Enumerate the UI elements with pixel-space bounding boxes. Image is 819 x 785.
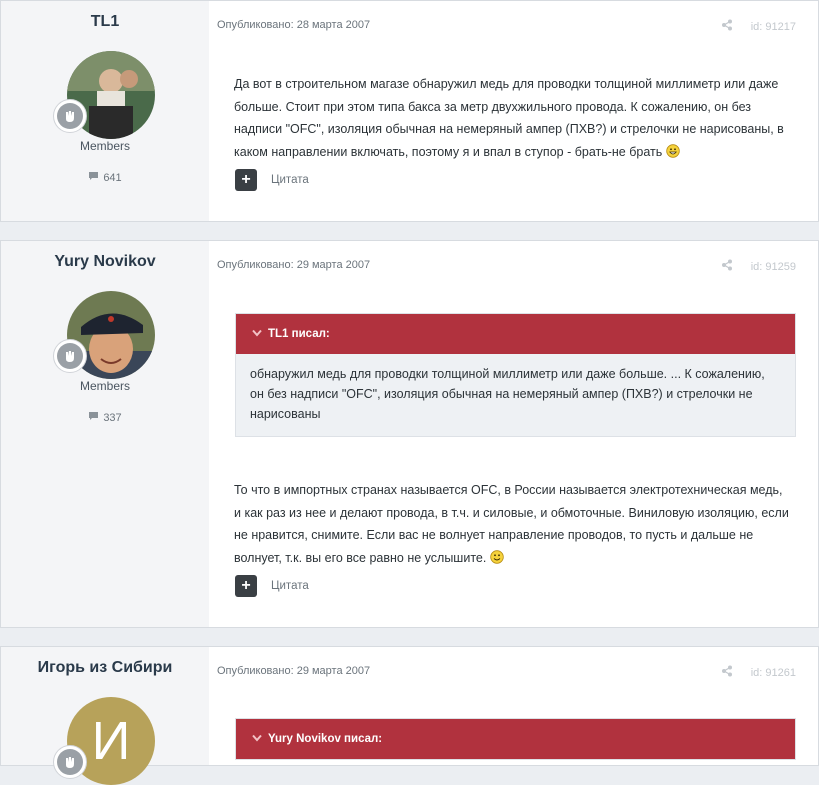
author-panel: Игорь из Сибири И <box>1 647 209 785</box>
smile-emoji-icon <box>490 549 504 572</box>
post: Игорь из Сибири И Опубликовано: 29 марта… <box>0 646 819 785</box>
post-date: Опубликовано: 29 марта 2007 <box>217 665 371 677</box>
post-body: То что в импортных странах называется OF… <box>234 479 789 571</box>
author-name[interactable]: Игорь из Сибири <box>1 659 209 677</box>
multiquote-button[interactable]: + <box>235 575 257 597</box>
post-date: Опубликовано: 28 марта 2007 <box>217 19 371 31</box>
post: Yury Novikov Members 337 Опубликовано: 2… <box>0 240 819 628</box>
rank-badge-icon <box>53 745 87 779</box>
comment-icon <box>88 171 99 184</box>
post-meta-right: id: 91259 <box>721 259 796 274</box>
quote-block: TL1 писал: обнаружил медь для проводки т… <box>235 313 796 437</box>
member-group: Members <box>79 139 130 153</box>
quote-author: Yury Novikov писал: <box>268 733 383 745</box>
post-count-value: 641 <box>103 171 122 184</box>
post-body: Да вот в строительном магазе обнаружил м… <box>234 73 784 165</box>
share-icon[interactable] <box>721 665 733 680</box>
post-count-value: 337 <box>103 411 122 424</box>
author-name[interactable]: Yury Novikov <box>1 253 209 271</box>
share-icon[interactable] <box>721 19 733 34</box>
quote-block: Yury Novikov писал: <box>235 718 796 760</box>
quote-button[interactable]: Цитата <box>271 580 309 592</box>
author-name[interactable]: TL1 <box>1 13 209 31</box>
author-panel: TL1 Members 641 <box>1 1 209 221</box>
post-count: 337 <box>1 411 209 424</box>
post-id[interactable]: id: 91261 <box>751 667 796 679</box>
quote-button[interactable]: Цитата <box>271 174 309 186</box>
quote-header[interactable]: TL1 писал: <box>236 314 795 354</box>
post-actions: + Цитата <box>235 169 309 191</box>
member-group: Members <box>79 379 130 393</box>
rank-badge-icon <box>53 339 87 373</box>
post-id[interactable]: id: 91217 <box>751 21 796 33</box>
grin-emoji-icon <box>666 143 680 166</box>
chevron-down-icon <box>252 733 262 745</box>
post-actions: + Цитата <box>235 575 309 597</box>
post: TL1 Members 641 Опубликовано: 28 марта 2… <box>0 0 819 222</box>
post-id[interactable]: id: 91259 <box>751 261 796 273</box>
post-date: Опубликовано: 29 марта 2007 <box>217 259 371 271</box>
quote-header[interactable]: Yury Novikov писал: <box>236 719 795 759</box>
quote-text: обнаружил медь для проводки толщиной мил… <box>250 367 765 421</box>
chevron-down-icon <box>252 328 262 340</box>
author-panel: Yury Novikov Members 337 <box>1 241 209 627</box>
quote-author: TL1 писал: <box>268 328 330 340</box>
share-icon[interactable] <box>721 259 733 274</box>
rank-badge-icon <box>53 99 87 133</box>
post-meta-right: id: 91217 <box>721 19 796 34</box>
post-meta-right: id: 91261 <box>721 665 796 680</box>
multiquote-button[interactable]: + <box>235 169 257 191</box>
comment-icon <box>88 411 99 424</box>
post-count: 641 <box>1 171 209 184</box>
